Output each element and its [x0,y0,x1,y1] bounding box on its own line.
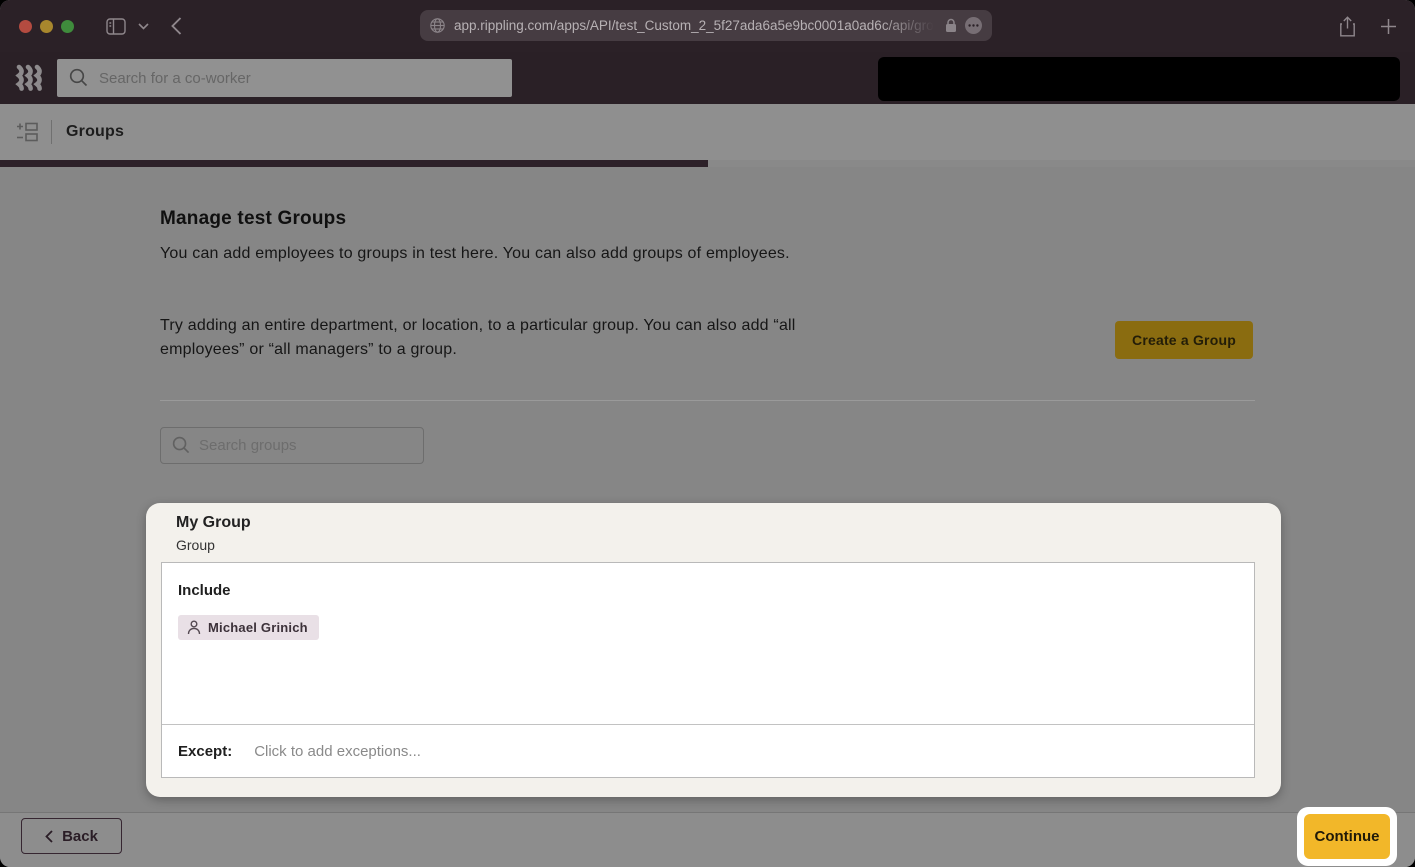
minimize-window-button[interactable] [40,20,53,33]
except-placeholder: Click to add exceptions... [254,743,421,760]
tab-divider [51,120,52,144]
wizard-progress-fill [0,160,708,167]
redacted-account-area [878,57,1400,101]
wizard-footer: Back Continue [0,812,1415,867]
group-rule-box: Include Michael Grinich Except: Click [161,562,1255,778]
rippling-logo-icon[interactable] [15,63,45,98]
close-window-button[interactable] [19,20,32,33]
page-title: Manage test Groups [160,208,346,230]
except-label: Except: [178,743,232,760]
page-tip: Try adding an entire department, or loca… [160,314,810,362]
tab-bar: Groups [0,104,1415,167]
member-chip[interactable]: Michael Grinich [178,615,319,640]
app-header [0,52,1415,104]
group-type: Group [176,537,215,553]
back-navigation-icon[interactable] [171,17,182,35]
zoom-window-button[interactable] [61,20,74,33]
browser-window: app.rippling.com/apps/API/test_Custom_2_… [0,0,1415,867]
tab-groups[interactable]: Groups [66,123,124,141]
coworker-search-input[interactable] [57,59,512,97]
group-name: My Group [176,514,251,532]
member-name: Michael Grinich [208,620,308,635]
page-intro: You can add employees to groups in test … [160,242,810,266]
sidebar-toggle-icon[interactable] [106,18,126,35]
share-icon[interactable] [1339,16,1356,37]
new-tab-icon[interactable] [1380,18,1397,35]
globe-icon [430,18,445,33]
continue-button[interactable]: Continue [1304,814,1390,859]
browser-chrome: app.rippling.com/apps/API/test_Custom_2_… [0,0,1415,52]
page-settings-icon[interactable] [965,17,982,34]
chevron-left-icon [45,830,53,843]
back-button[interactable]: Back [21,818,122,854]
create-group-button[interactable]: Create a Group [1115,321,1253,359]
address-bar[interactable]: app.rippling.com/apps/API/test_Custom_2_… [420,10,992,41]
chevron-down-icon[interactable] [138,23,149,30]
section-divider [160,400,1255,401]
person-icon [187,620,201,635]
main-content: Manage test Groups You can add employees… [0,167,1415,812]
group-search-input[interactable] [160,427,424,464]
wizard-progress-track [0,160,1415,167]
except-row[interactable]: Except: Click to add exceptions... [162,725,1254,777]
url-text: app.rippling.com/apps/API/test_Custom_2_… [454,18,939,33]
back-button-label: Back [62,828,98,845]
continue-highlight: Continue [1297,807,1397,866]
group-list-icon [16,122,38,142]
include-label: Include [178,582,231,599]
group-card: My Group Group Include Michael Grinich [146,503,1281,797]
lock-icon [945,18,957,33]
include-section[interactable]: Include Michael Grinich [162,563,1254,725]
traffic-lights [19,20,74,33]
